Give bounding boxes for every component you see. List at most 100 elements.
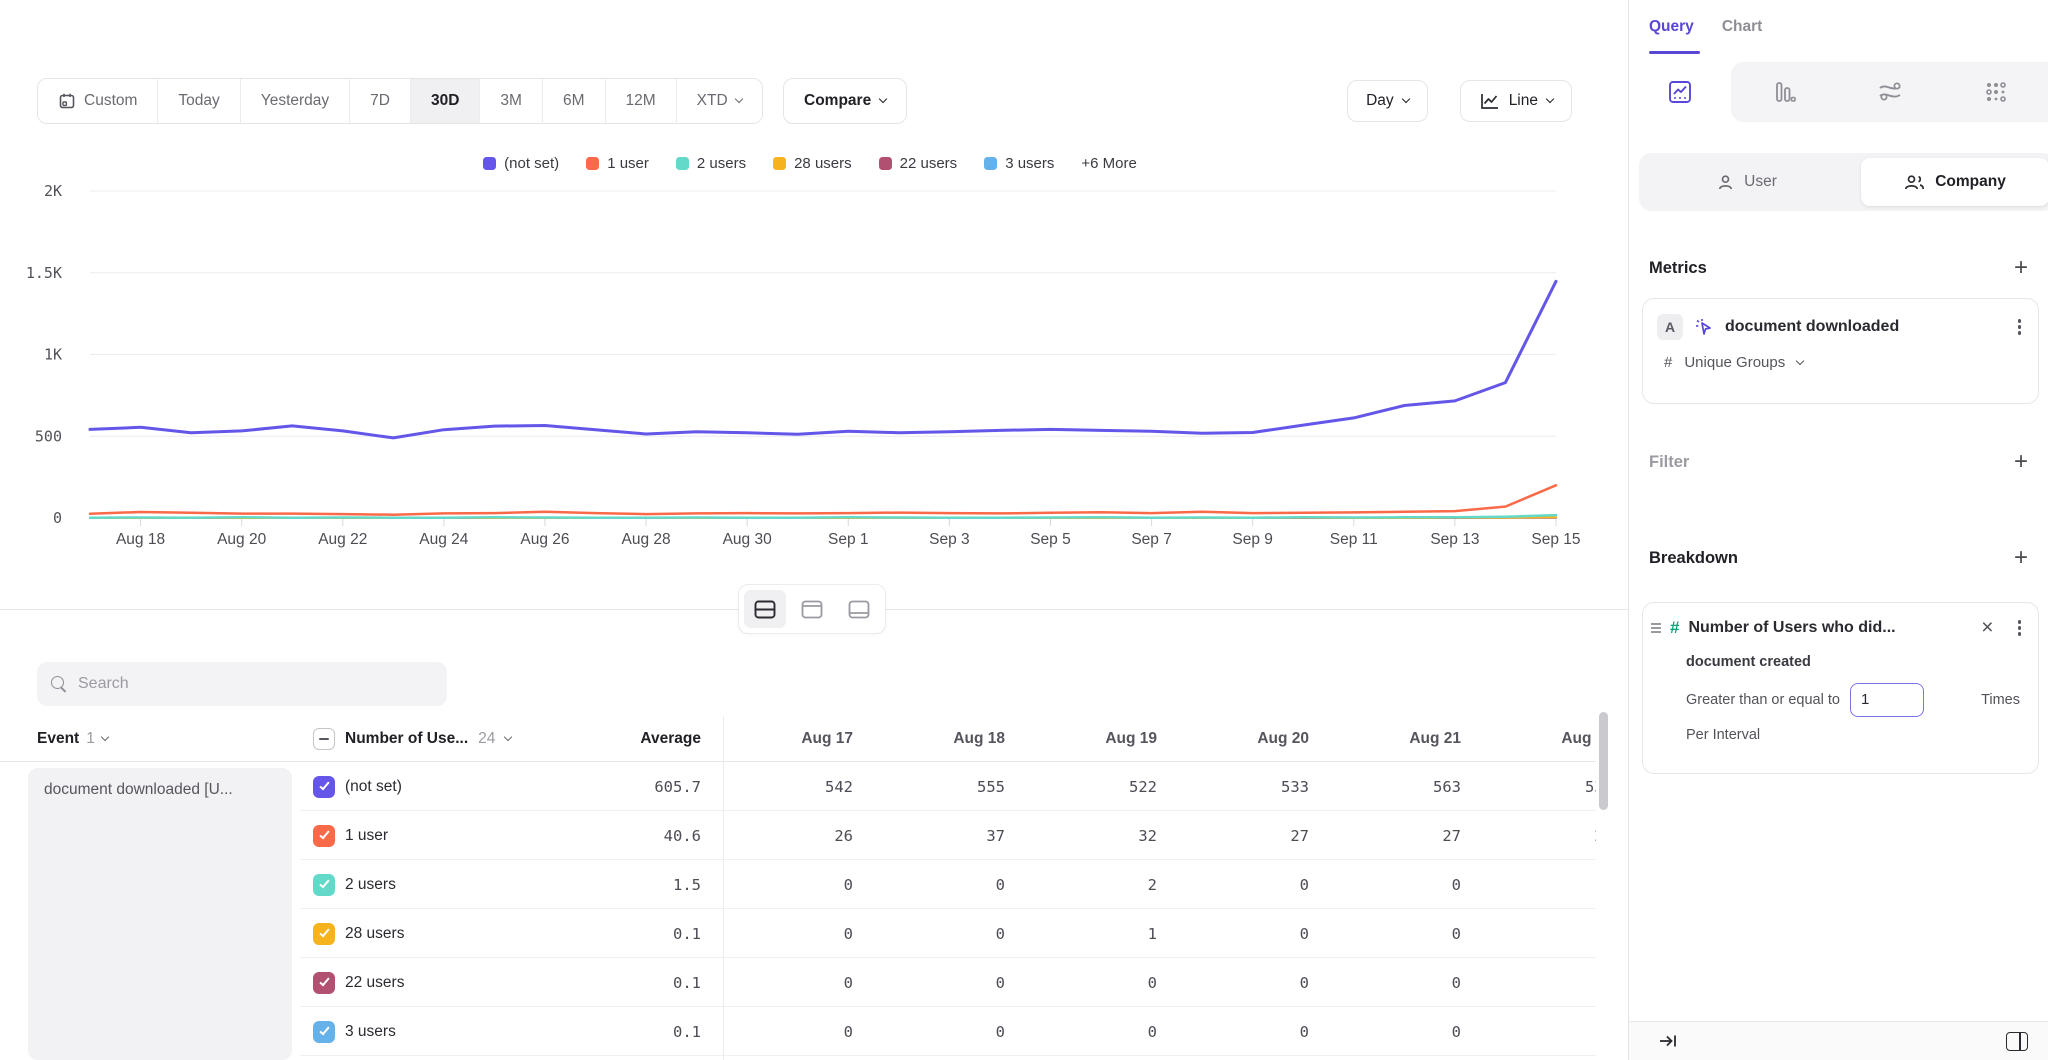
compare-button[interactable]: Compare: [783, 78, 907, 124]
series-label: 22 users: [345, 974, 404, 992]
data-cell: 1: [1027, 925, 1179, 943]
times-value-input[interactable]: [1850, 683, 1924, 717]
range-30d-button[interactable]: 30D: [411, 79, 480, 123]
chart-type-bar-button[interactable]: [1731, 62, 1837, 122]
legend-swatch: [773, 157, 786, 170]
x-axis-label: Sep 15: [1531, 531, 1580, 548]
series-line-1 user[interactable]: [90, 485, 1556, 514]
series-checkbox[interactable]: [313, 776, 335, 798]
metric-event-name[interactable]: document downloaded: [1725, 318, 2004, 336]
series-line-2 users[interactable]: [90, 515, 1556, 518]
per-interval-label[interactable]: Per Interval: [1686, 727, 2024, 743]
legend-swatch: [483, 157, 496, 170]
drag-handle-icon[interactable]: [1651, 623, 1661, 633]
query-panel: Query Chart User Company: [1628, 0, 2048, 1060]
interval-dropdown[interactable]: Day: [1347, 80, 1428, 122]
date-column-header[interactable]: Aug 20: [1179, 730, 1331, 748]
range-6m-button[interactable]: 6M: [543, 79, 606, 123]
measure-dropdown[interactable]: Unique Groups: [1684, 354, 1785, 371]
line-chart[interactable]: 05001K1.5K2KAug 18Aug 20Aug 22Aug 24Aug …: [0, 178, 1620, 558]
select-all-checkbox[interactable]: [313, 728, 335, 750]
data-cell: 27: [1179, 827, 1331, 845]
tab-query[interactable]: Query: [1649, 18, 1694, 48]
chevron-down-icon: [101, 732, 109, 740]
series-checkbox[interactable]: [313, 825, 335, 847]
chart-type-dropdown[interactable]: Line: [1460, 80, 1572, 122]
series-line-(not set)[interactable]: [90, 281, 1556, 438]
matrix-icon: [1983, 79, 2009, 105]
layout-table-only-button[interactable]: [838, 590, 880, 628]
search-input[interactable]: [78, 675, 433, 693]
flow-icon: [1876, 80, 1904, 104]
series-checkbox[interactable]: [313, 972, 335, 994]
data-cell: 0: [1331, 974, 1483, 992]
date-column-header[interactable]: Aug 17: [723, 730, 875, 748]
y-axis-label: 2K: [44, 182, 62, 200]
panel-tabs: Query Chart: [1649, 18, 1762, 48]
event-cell[interactable]: document downloaded [U...: [28, 768, 292, 1060]
legend-item[interactable]: 28 users: [773, 155, 852, 172]
chart-type-flow-button[interactable]: [1837, 62, 1943, 122]
scope-user-button[interactable]: User: [1639, 153, 1855, 211]
tab-chart[interactable]: Chart: [1722, 18, 1762, 48]
legend-item[interactable]: (not set): [483, 155, 559, 172]
data-cell: 37: [875, 827, 1027, 845]
collapse-panel-icon[interactable]: [1659, 1033, 1679, 1049]
hash-icon: #: [1664, 354, 1672, 371]
add-filter-button[interactable]: +: [2014, 452, 2028, 472]
legend-item[interactable]: 3 users: [984, 155, 1054, 172]
search-bar: [37, 662, 447, 706]
legend-swatch: [879, 157, 892, 170]
date-column-header[interactable]: Aug 18: [875, 730, 1027, 748]
number-property-icon: #: [1670, 618, 1679, 638]
series-checkbox[interactable]: [313, 874, 335, 896]
series-label: 28 users: [345, 925, 404, 943]
chart-type-line-button[interactable]: [1629, 62, 1731, 122]
legend-more[interactable]: +6 More: [1081, 155, 1136, 172]
series-checkbox[interactable]: [313, 923, 335, 945]
range-xtd-button[interactable]: XTD: [677, 79, 762, 123]
data-cell: 0: [1483, 876, 1596, 894]
legend-swatch: [676, 157, 689, 170]
data-cell: 0: [1331, 1023, 1483, 1041]
data-cell: 0: [875, 925, 1027, 943]
date-column-header[interactable]: Aug 22: [1483, 730, 1596, 748]
metrics-title: Metrics: [1649, 259, 1707, 278]
close-icon[interactable]: ×: [1981, 619, 1993, 637]
range-yesterday-button[interactable]: Yesterday: [241, 79, 350, 123]
range-custom-button[interactable]: Custom: [38, 79, 158, 123]
range-12m-button[interactable]: 12M: [606, 79, 677, 123]
date-column-header[interactable]: Aug 19: [1027, 730, 1179, 748]
range-7d-button[interactable]: 7D: [350, 79, 411, 123]
breakdown-column-header[interactable]: Number of Use... 24: [300, 728, 553, 750]
add-metric-button[interactable]: +: [2014, 258, 2028, 278]
metric-menu-button[interactable]: [2015, 316, 2025, 338]
toggle-sidebar-icon[interactable]: [2006, 1032, 2028, 1051]
range-3m-button[interactable]: 3M: [480, 79, 543, 123]
chart-type-matrix-button[interactable]: [1943, 62, 2048, 122]
legend-swatch: [984, 157, 997, 170]
average-column-header[interactable]: Average: [553, 730, 723, 748]
breakdown-menu-button[interactable]: [2015, 617, 2025, 639]
series-checkbox[interactable]: [313, 1021, 335, 1043]
scope-company-button[interactable]: Company: [1861, 158, 2048, 206]
breakdown-title: Breakdown: [1649, 549, 1738, 568]
breakdown-event-name[interactable]: document created: [1686, 654, 2024, 670]
layout-split-button[interactable]: [744, 590, 786, 628]
table-scrollbar[interactable]: [1599, 712, 1608, 810]
add-breakdown-button[interactable]: +: [2014, 548, 2028, 568]
data-cell: 0: [1179, 1023, 1331, 1041]
legend-item[interactable]: 1 user: [586, 155, 649, 172]
legend-item[interactable]: 22 users: [879, 155, 958, 172]
condition-label[interactable]: Greater than or equal to: [1686, 692, 1840, 708]
event-column-header[interactable]: Event 1: [0, 730, 300, 748]
chart-only-icon: [801, 600, 823, 619]
breakdown-card[interactable]: # Number of Users who did... × document …: [1642, 602, 2039, 774]
metric-card[interactable]: A document downloaded # Unique Groups: [1642, 298, 2039, 404]
breakdown-property-name[interactable]: Number of Users who did...: [1688, 619, 1972, 637]
range-today-button[interactable]: Today: [158, 79, 240, 123]
legend-item[interactable]: 2 users: [676, 155, 746, 172]
date-column-header[interactable]: Aug 21: [1331, 730, 1483, 748]
data-cell: 0: [1179, 876, 1331, 894]
layout-chart-only-button[interactable]: [791, 590, 833, 628]
